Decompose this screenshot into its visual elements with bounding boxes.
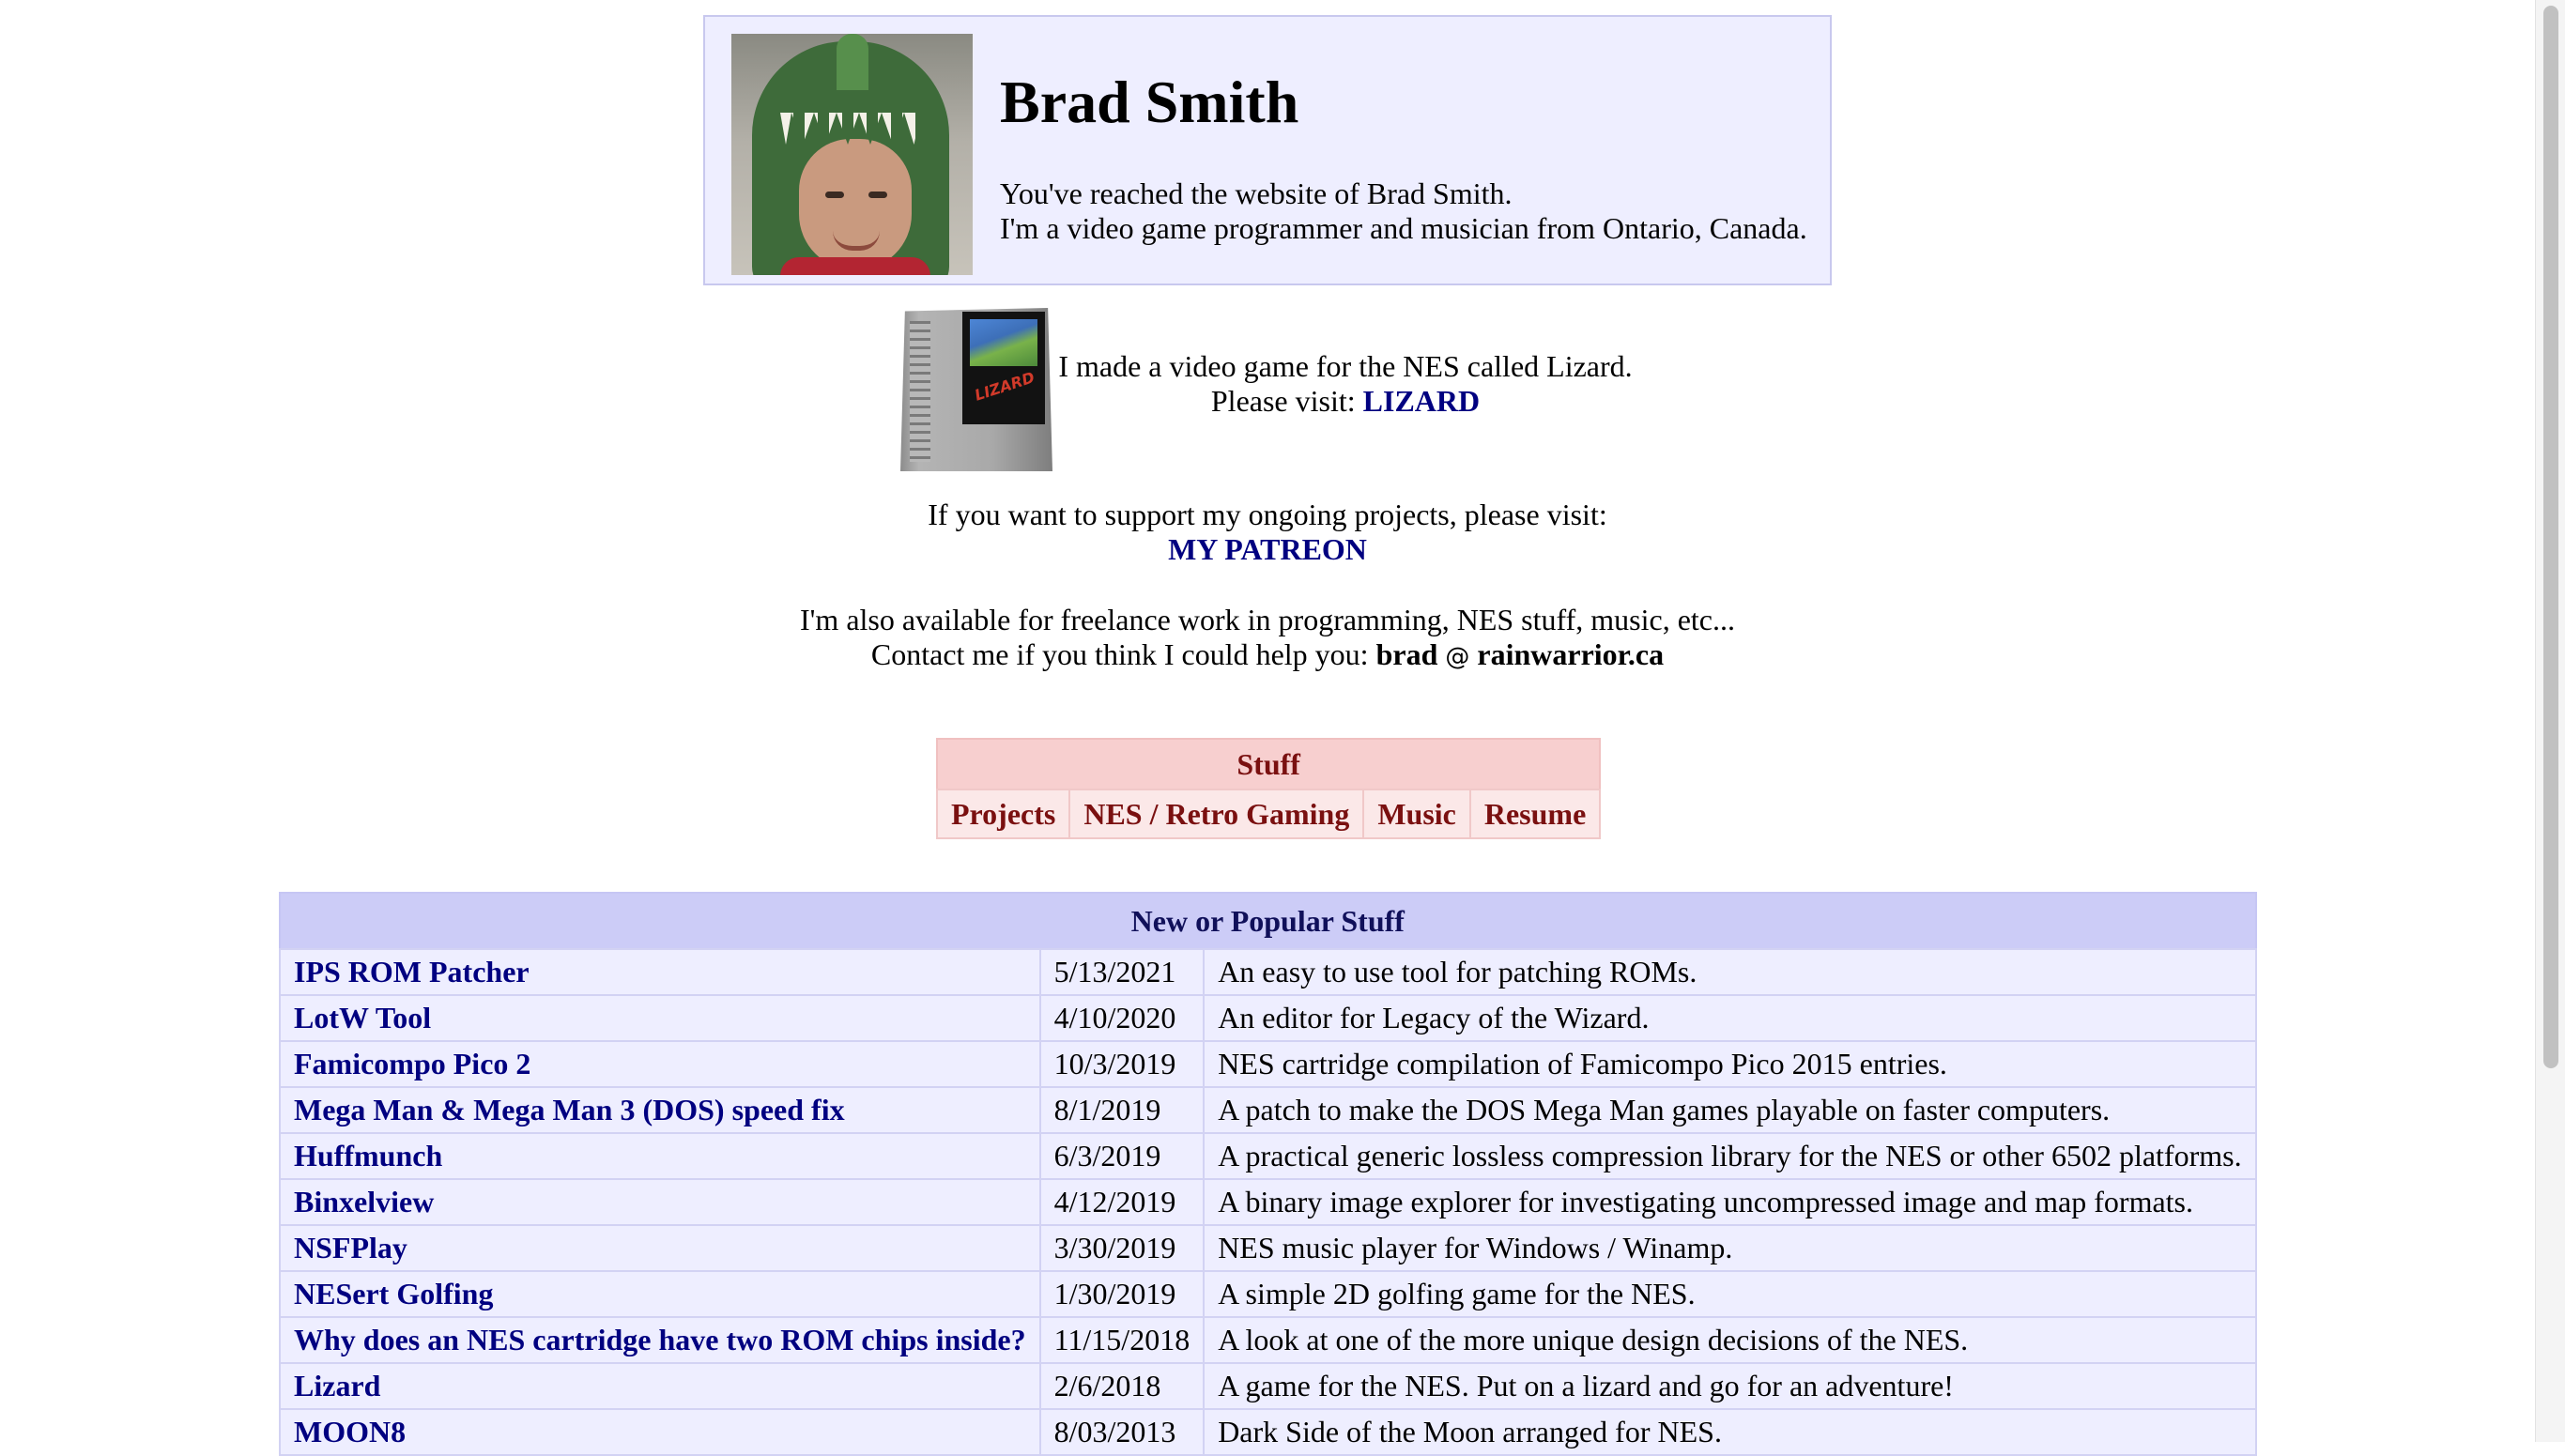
- project-description: A binary image explorer for investigatin…: [1203, 1178, 2257, 1226]
- project-date: 4/12/2019: [1038, 1178, 1206, 1226]
- project-date: 1/30/2019: [1038, 1270, 1206, 1318]
- project-link[interactable]: NESert Golfing: [294, 1277, 493, 1310]
- table-row: Mega Man & Mega Man 3 (DOS) speed fix 8/1…: [279, 1086, 2257, 1134]
- project-description: An editor for Legacy of the Wizard.: [1203, 994, 2257, 1042]
- lizard-line-1: I made a video game for the NES called L…: [1058, 349, 1633, 383]
- project-description: A practical generic lossless compression…: [1203, 1132, 2257, 1180]
- nav-nes-retro-gaming[interactable]: NES / Retro Gaming: [1068, 789, 1365, 839]
- table-row: NSFPlay 3/30/2019 NES music player for Win…: [279, 1224, 2257, 1272]
- project-link[interactable]: Mega Man & Mega Man 3 (DOS) speed fix: [294, 1093, 845, 1126]
- intro-line-1: You've reached the website of Brad Smith…: [1000, 176, 1513, 210]
- at-sign-icon: @: [1445, 643, 1470, 671]
- project-link[interactable]: Binxelview: [294, 1185, 434, 1218]
- project-description: An easy to use tool for patching ROMs.: [1203, 948, 2257, 996]
- project-name-cell: LotW Tool: [279, 994, 1041, 1042]
- project-link[interactable]: LotW Tool: [294, 1001, 431, 1035]
- project-date: 6/3/2019: [1038, 1132, 1206, 1180]
- table-row: IPS ROM Patcher 5/13/2021 An easy to use t…: [279, 948, 2257, 996]
- project-name-cell: Famicompo Pico 2: [279, 1040, 1041, 1088]
- project-description: A look at one of the more unique design …: [1203, 1316, 2257, 1364]
- project-description: A simple 2D golfing game for the NES.: [1203, 1270, 2257, 1318]
- project-date: 8/1/2019: [1038, 1086, 1206, 1134]
- popular-table: New or Popular Stuff IPS ROM Patcher 5/13…: [279, 892, 2257, 1456]
- lizard-promo: LIZARD I made a video game for the NES c…: [897, 300, 1648, 475]
- project-link[interactable]: NSFPlay: [294, 1231, 407, 1264]
- project-date: 8/03/2013: [1038, 1408, 1206, 1456]
- project-link[interactable]: MOON8: [294, 1415, 406, 1448]
- lizard-link[interactable]: LIZARD: [1363, 384, 1480, 418]
- table-row: Lizard 2/6/2018 A game for the NES. Put on…: [279, 1362, 2257, 1410]
- patreon-link[interactable]: MY PATREON: [1168, 532, 1367, 566]
- project-description: Dark Side of the Moon arranged for NES.: [1203, 1408, 2257, 1456]
- email-domain: rainwarrior.ca: [1477, 637, 1665, 671]
- lizard-visit-label: Please visit:: [1210, 384, 1356, 418]
- project-name-cell: IPS ROM Patcher: [279, 948, 1041, 996]
- stuff-title: Stuff: [937, 739, 1601, 789]
- lizard-text: I made a video game for the NES called L…: [1054, 349, 1636, 419]
- project-date: 11/15/2018: [1038, 1316, 1206, 1364]
- project-name-cell: Huffmunch: [279, 1132, 1041, 1180]
- project-date: 10/3/2019: [1038, 1040, 1206, 1088]
- project-name-cell: Why does an NES cartridge have two ROM c…: [279, 1316, 1041, 1364]
- cartridge-logo: LIZARD: [972, 368, 1037, 405]
- project-description: NES cartridge compilation of Famicompo P…: [1203, 1040, 2257, 1088]
- stuff-nav: Stuff Projects NES / Retro Gaming Music …: [935, 738, 1602, 839]
- project-date: 4/10/2020: [1038, 994, 1206, 1042]
- table-row: Famicompo Pico 2 10/3/2019 NES cartridge c…: [279, 1040, 2257, 1088]
- contact-line: Contact me if you think I could help you…: [0, 637, 2535, 675]
- project-link[interactable]: IPS ROM Patcher: [294, 955, 530, 989]
- intro-text: You've reached the website of Brad Smith…: [1000, 176, 1807, 246]
- popular-rows: IPS ROM Patcher 5/13/2021 An easy to use t…: [279, 948, 2257, 1456]
- freelance-text: I'm also available for freelance work in…: [800, 603, 1735, 636]
- table-row: Huffmunch 6/3/2019 A practical generic los…: [279, 1132, 2257, 1180]
- popular-title: New or Popular Stuff: [280, 893, 2256, 949]
- header-card: Brad Smith You've reached the website of…: [703, 15, 1832, 285]
- table-row: Why does an NES cartridge have two ROM c…: [279, 1316, 2257, 1364]
- project-name-cell: Lizard: [279, 1362, 1041, 1410]
- intro-line-2: I'm a video game programmer and musician…: [1000, 211, 1807, 245]
- project-date: 3/30/2019: [1038, 1224, 1206, 1272]
- project-description: A patch to make the DOS Mega Man games p…: [1203, 1086, 2257, 1134]
- project-date: 2/6/2018: [1038, 1362, 1206, 1410]
- project-name-cell: Mega Man & Mega Man 3 (DOS) speed fix: [279, 1086, 1041, 1134]
- table-row: NESert Golfing 1/30/2019 A simple 2D golfi…: [279, 1270, 2257, 1318]
- support-text: If you want to support my ongoing projec…: [928, 498, 1607, 531]
- nav-projects[interactable]: Projects: [935, 789, 1071, 839]
- freelance-section: I'm also available for freelance work in…: [0, 603, 2535, 675]
- table-row: LotW Tool 4/10/2020 An editor for Legacy o…: [279, 994, 2257, 1042]
- nav-resume[interactable]: Resume: [1468, 789, 1602, 839]
- nav-music[interactable]: Music: [1362, 789, 1471, 839]
- vertical-scrollbar[interactable]: [2535, 0, 2565, 1442]
- project-name-cell: NSFPlay: [279, 1224, 1041, 1272]
- project-link[interactable]: Huffmunch: [294, 1139, 442, 1172]
- table-row: MOON8 8/03/2013 Dark Side of the Moon arra…: [279, 1408, 2257, 1456]
- project-description: A game for the NES. Put on a lizard and …: [1203, 1362, 2257, 1410]
- project-name-cell: Binxelview: [279, 1178, 1041, 1226]
- email-user: brad: [1375, 637, 1438, 671]
- project-link[interactable]: Why does an NES cartridge have two ROM c…: [294, 1323, 1026, 1356]
- avatar: [731, 34, 973, 275]
- project-name-cell: NESert Golfing: [279, 1270, 1041, 1318]
- table-row: Binxelview 4/12/2019 A binary image explor…: [279, 1178, 2257, 1226]
- page-title: Brad Smith: [1000, 69, 1299, 135]
- project-link[interactable]: Lizard: [294, 1369, 380, 1402]
- lizard-line-2: Please visit: LIZARD: [1054, 384, 1636, 419]
- nes-cartridge-image[interactable]: LIZARD: [897, 302, 1054, 473]
- project-date: 5/13/2021: [1038, 948, 1206, 996]
- project-link[interactable]: Famicompo Pico 2: [294, 1047, 530, 1081]
- project-name-cell: MOON8: [279, 1408, 1041, 1456]
- project-description: NES music player for Windows / Winamp.: [1203, 1224, 2257, 1272]
- scrollbar-thumb[interactable]: [2543, 6, 2558, 1068]
- contact-label: Contact me if you think I could help you…: [870, 637, 1369, 671]
- page: Brad Smith You've reached the website of…: [0, 0, 2535, 1456]
- support-section: If you want to support my ongoing projec…: [0, 498, 2535, 567]
